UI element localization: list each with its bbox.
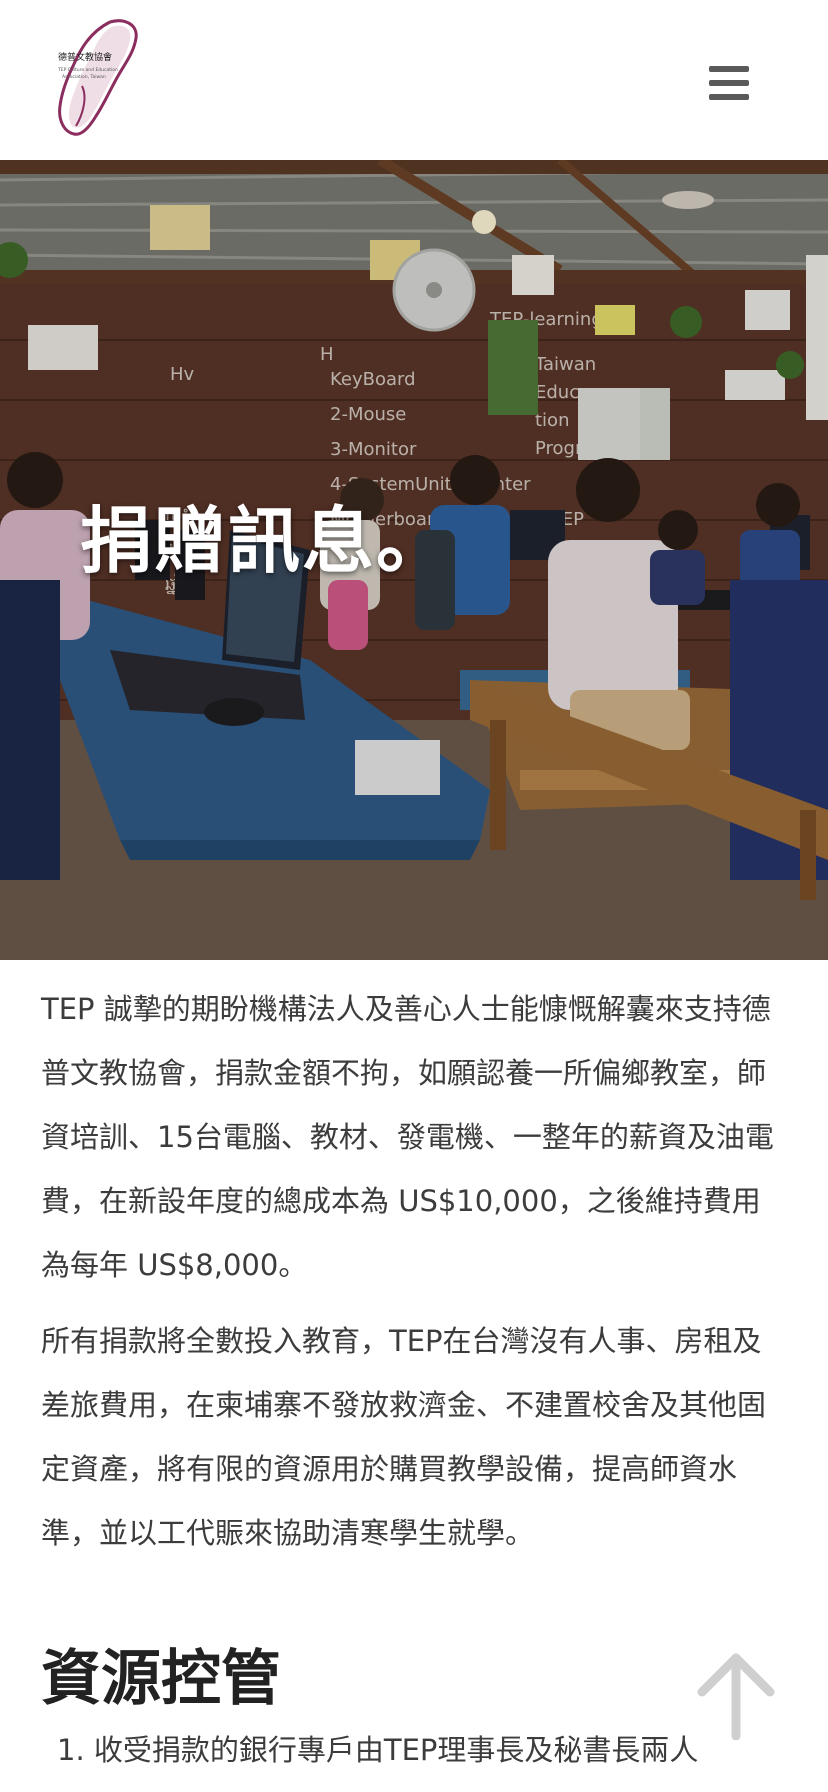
hero-banner: Hv H KeyBoard 2-Mouse 3-Monitor 4-System… bbox=[0, 160, 828, 960]
site-header: 德普文教協會 TEP Culture and Education Associa… bbox=[0, 0, 828, 160]
paragraph-fund-use: 所有捐款將全數投入教育，TEP在台灣沒有人事、房租及差旅費用，在柬埔寨不發放救濟… bbox=[41, 1324, 767, 1550]
hero-title: 捐贈訊息。 bbox=[80, 499, 451, 583]
scroll-to-top-button[interactable] bbox=[696, 1652, 776, 1741]
logo[interactable]: 德普文教協會 TEP Culture and Education Associa… bbox=[52, 16, 142, 142]
menu-button[interactable] bbox=[706, 62, 752, 104]
section-title: 資源控管 bbox=[41, 1644, 281, 1714]
logo-org-name: 德普文教協會 bbox=[58, 51, 112, 63]
svg-text:TEP Culture and Education: TEP Culture and Education bbox=[57, 67, 118, 73]
taiwan-silhouette-logo-icon: 德普文教協會 TEP Culture and Education Associa… bbox=[57, 19, 138, 136]
hamburger-menu-icon bbox=[709, 66, 749, 72]
arrow-up-icon bbox=[697, 1653, 775, 1741]
main-content: TEP 誠摯的期盼機構法人及善心人士能慷慨解囊來支持德普文教協會，捐款金額不拘，… bbox=[41, 977, 789, 1577]
list-item: 1. 收受捐款的銀行專戶由TEP理事長及秘書長兩人 bbox=[57, 1733, 699, 1767]
svg-text:Association, Taiwan: Association, Taiwan bbox=[62, 74, 106, 80]
paragraph-donation: TEP 誠摯的期盼機構法人及善心人士能慷慨解囊來支持德普文教協會，捐款金額不拘，… bbox=[41, 992, 774, 1282]
